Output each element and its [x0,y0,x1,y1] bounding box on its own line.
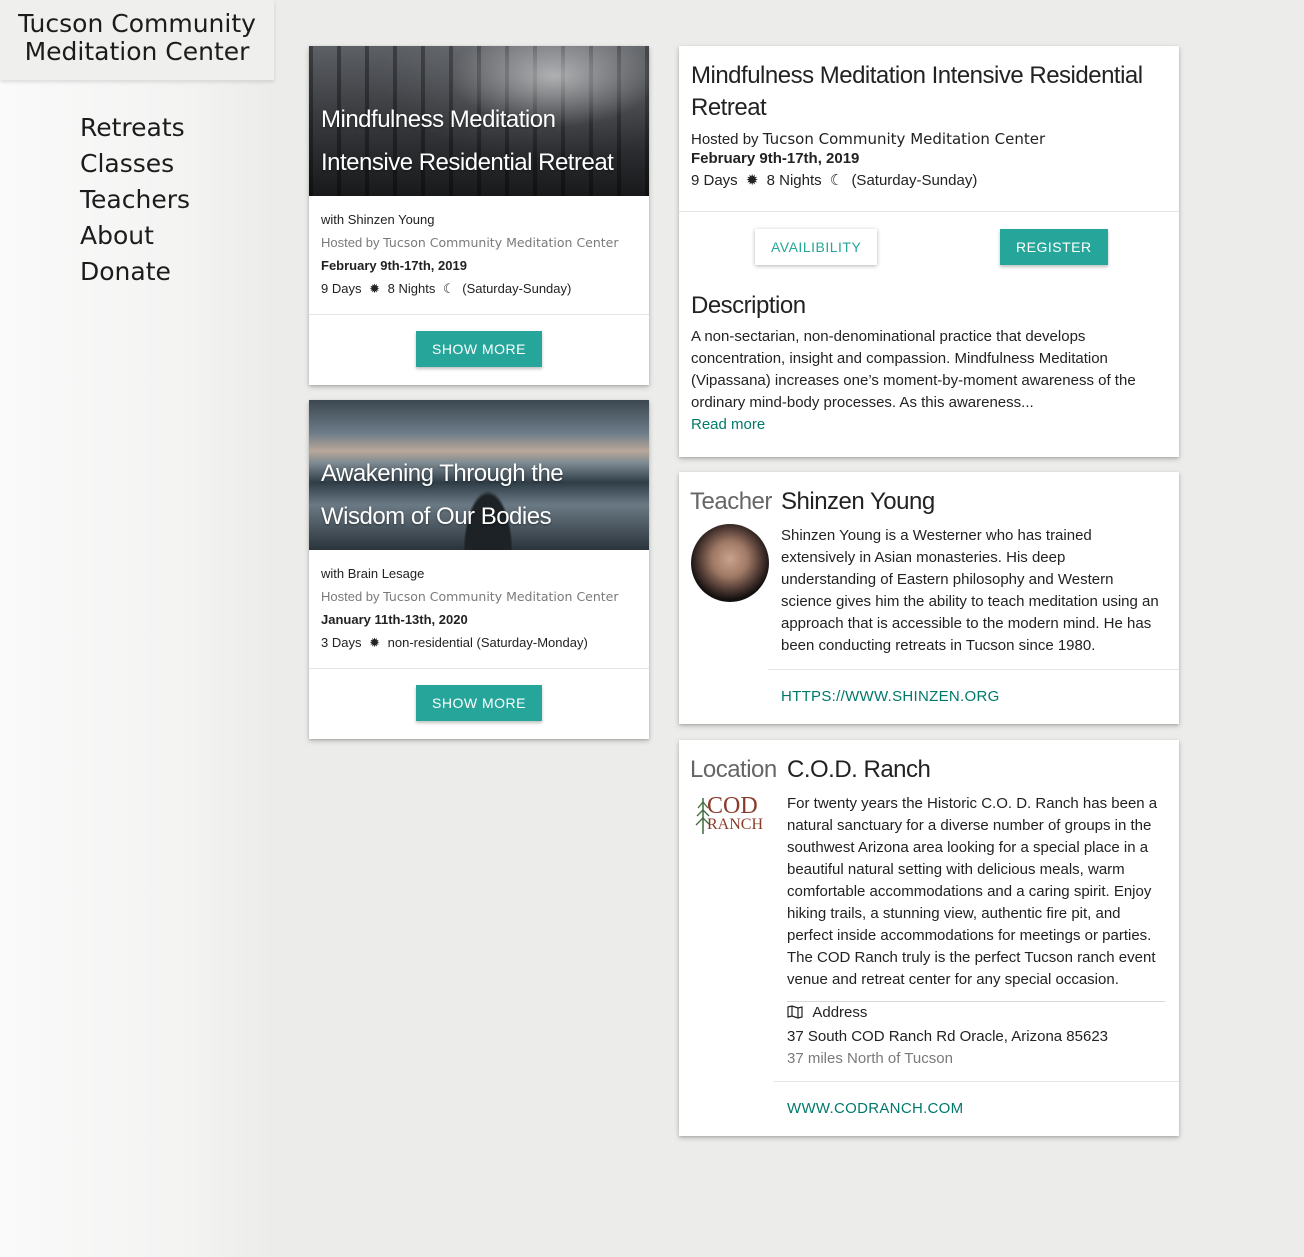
location-description: For twenty years the Historic C.O. D. Ra… [787,795,1158,988]
retreat-card-image: Awakening Through the Wisdom of Our Bodi… [309,400,649,550]
address-block: Address 37 South COD Ranch Rd Oracle, Ar… [787,1002,1108,1070]
address-header: Address [787,1002,1108,1026]
nav-item-teachers[interactable]: Teachers [80,182,274,218]
retreat-host: Hosted by Tucson Community Meditation Ce… [321,235,619,250]
detail-actions: AVAILIBILITY REGISTER [679,212,1179,282]
teacher-bio: Shinzen Young is a Westerner who has tra… [781,527,1159,654]
register-button[interactable]: REGISTER [1000,229,1108,265]
teacher-name[interactable]: Shinzen Young [781,488,935,516]
retreat-teacher: with Brain Lesage [321,566,425,581]
map-icon [787,1004,803,1026]
detail-host: Hosted by Tucson Community Meditation Ce… [691,130,1046,148]
retreat-card-actions: SHOW MORE [309,314,649,382]
nav-item-retreats[interactable]: Retreats [80,110,274,146]
teacher-website-link[interactable]: HTTPS://WWW.SHINZEN.ORG [781,688,1000,705]
address-text: 37 South COD Ranch Rd Oracle, Arizona 85… [787,1028,1109,1045]
retreat-card-title: Mindfulness Meditation Intensive Residen… [321,106,614,176]
brand-line-1: Tucson Community [18,9,256,38]
retreat-host: Hosted by Tucson Community Meditation Ce… [321,589,619,604]
show-more-button[interactable]: SHOW MORE [416,330,542,367]
description-text: A non-sectarian, non-denominational prac… [691,326,1167,436]
retreat-teacher: with Shinzen Young [321,212,435,227]
site-brand[interactable]: Tucson Community Meditation Center [0,0,274,80]
retreat-card-content: with Brain Lesage Hosted by Tucson Commu… [309,550,649,668]
nav-item-about[interactable]: About [80,218,274,254]
nav-item-donate[interactable]: Donate [80,254,274,290]
cod-ranch-logo: COD RANCH [695,794,769,838]
brand-line-2: Meditation Center [24,37,250,66]
teacher-section-label: Teacher [690,488,772,515]
main-nav: Retreats Classes Teachers About Donate [0,80,274,290]
location-section-label: Location [690,756,777,783]
read-more-link[interactable]: Read more [691,414,1167,436]
divider [774,1081,1179,1082]
divider [768,669,1179,670]
description-heading: Description [691,292,806,319]
detail-duration: 9 Days ✹ 8 Nights ☾ (Saturday-Sunday) [691,170,1167,192]
sun-icon: ✹ [745,172,759,189]
teacher-avatar [691,524,769,602]
availability-button[interactable]: AVAILIBILITY [755,229,878,265]
sun-icon: ✹ [369,635,380,650]
teacher-card: Teacher Shinzen Young Shinzen Young is a… [679,472,1179,724]
retreat-card: Awakening Through the Wisdom of Our Bodi… [309,400,649,739]
moon-icon: ☾ [442,281,455,296]
detail-description: Description A non-sectarian, non-denomin… [679,292,1179,436]
detail-dates: February 9th-17th, 2019 [691,150,860,167]
detail-title: Mindfulness Meditation Intensive Residen… [691,62,1143,121]
location-card: Location COD RANCH C.O.D. Ranch For twen… [679,740,1179,1136]
location-website-link[interactable]: WWW.CODRANCH.COM [787,1100,963,1117]
retreat-detail-card: Mindfulness Meditation Intensive Residen… [679,46,1179,457]
moon-icon: ☾ [829,172,844,189]
show-more-button[interactable]: SHOW MORE [416,684,542,721]
retreat-card-actions: SHOW MORE [309,668,649,736]
distance-text: 37 miles North of Tucson [787,1050,953,1067]
detail-header: Mindfulness Meditation Intensive Residen… [679,46,1179,212]
retreat-card-title: Awakening Through the Wisdom of Our Bodi… [321,460,564,530]
retreat-duration: 9 Days ✹ 8 Nights ☾ (Saturday-Sunday) [321,277,637,300]
retreat-card-content: with Shinzen Young Hosted by Tucson Comm… [309,196,649,314]
retreat-dates: January 11th-13th, 2020 [321,612,468,627]
retreat-duration: 3 Days ✹ non-residential (Saturday-Monda… [321,631,637,654]
nav-item-classes[interactable]: Classes [80,146,274,182]
location-name[interactable]: C.O.D. Ranch [787,756,931,784]
retreat-card: Mindfulness Meditation Intensive Residen… [309,46,649,385]
retreat-dates: February 9th-17th, 2019 [321,258,467,273]
sidebar: Tucson Community Meditation Center Retre… [0,0,274,1257]
retreat-card-image: Mindfulness Meditation Intensive Residen… [309,46,649,196]
sun-icon: ✹ [369,281,380,296]
